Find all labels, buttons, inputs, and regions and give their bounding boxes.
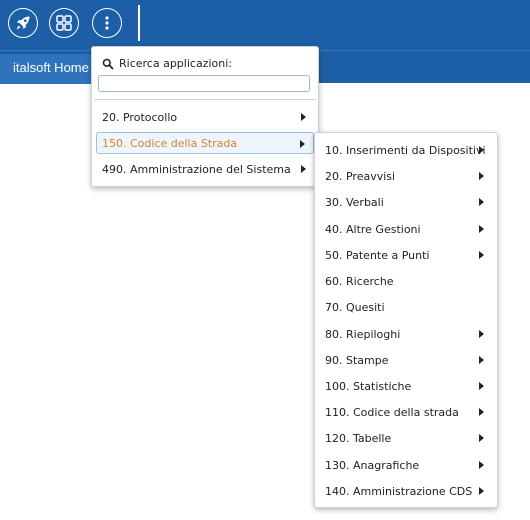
search-label-text: Ricerca applicazioni:	[119, 57, 232, 70]
chevron-right-icon	[300, 140, 305, 148]
menu-divider	[94, 99, 316, 100]
menu-item-label: 150. Codice della Strada	[102, 136, 238, 150]
chevron-right-icon	[479, 198, 484, 206]
submenu-item-stampe[interactable]: 90. Stampe	[318, 349, 494, 371]
submenu-item-statistiche[interactable]: 100. Statistiche	[318, 375, 494, 397]
submenu-item-tabelle[interactable]: 120. Tabelle	[318, 427, 494, 449]
chevron-right-icon	[479, 408, 484, 416]
toolbar-divider	[138, 5, 140, 41]
submenu-item-label: 50. Patente a Punti	[325, 248, 430, 262]
submenu-item-verbali[interactable]: 30. Verbali	[318, 191, 494, 213]
chevron-right-icon	[479, 434, 484, 442]
menu-item-label: 490. Amministrazione del Sistema	[102, 162, 291, 176]
tab-home[interactable]: italsoft Home	[0, 54, 98, 84]
menu-item-label: 20. Protocollo	[102, 110, 178, 124]
chevron-right-icon	[479, 487, 484, 495]
submenu-item-label: 20. Preavvisi	[325, 169, 396, 183]
search-applications-input[interactable]	[98, 75, 310, 92]
chevron-right-icon	[301, 113, 306, 121]
search-icon	[102, 58, 114, 70]
submenu-item-label: 100. Statistiche	[325, 379, 412, 393]
submenu-item-altre-gestioni[interactable]: 40. Altre Gestioni	[318, 218, 494, 240]
grid-icon	[56, 15, 72, 31]
menu-item-protocollo[interactable]: 20. Protocollo	[96, 106, 314, 128]
codice-della-strada-submenu: 10. Inserimenti da Dispositivi 20. Preav…	[314, 132, 498, 508]
chevron-right-icon	[479, 461, 484, 469]
chevron-right-icon	[479, 382, 484, 390]
submenu-item-label: 140. Amministrazione CDS	[325, 484, 473, 498]
submenu-item-label: 120. Tabelle	[325, 431, 392, 445]
submenu-item-inserimenti-dispositivi[interactable]: 10. Inserimenti da Dispositivi	[318, 139, 494, 161]
rocket-icon	[16, 16, 30, 30]
applications-menu: Ricerca applicazioni: 20. Protocollo 150…	[91, 46, 319, 187]
submenu-item-label: 40. Altre Gestioni	[325, 222, 421, 236]
chevron-right-icon	[479, 356, 484, 364]
submenu-item-ricerche[interactable]: 60. Ricerche	[318, 270, 494, 292]
menu-item-codice-della-strada[interactable]: 150. Codice della Strada	[96, 132, 314, 154]
submenu-item-anagrafiche[interactable]: 130. Anagrafiche	[318, 454, 494, 476]
submenu-item-label: 130. Anagrafiche	[325, 458, 420, 472]
submenu-item-codice-della-strada[interactable]: 110. Codice della strada	[318, 401, 494, 423]
more-options-button[interactable]	[92, 8, 122, 38]
menu-item-amministrazione-sistema[interactable]: 490. Amministrazione del Sistema	[96, 158, 314, 180]
chevron-right-icon	[479, 251, 484, 259]
more-vertical-icon	[105, 16, 109, 30]
submenu-item-label: 90. Stampe	[325, 353, 389, 367]
submenu-item-patente-a-punti[interactable]: 50. Patente a Punti	[318, 244, 494, 266]
chevron-right-icon	[479, 146, 484, 154]
chevron-right-icon	[479, 330, 484, 338]
submenu-item-label: 10. Inserimenti da Dispositivi	[325, 143, 486, 157]
submenu-item-label: 30. Verbali	[325, 195, 384, 209]
top-toolbar	[0, 0, 530, 50]
chevron-right-icon	[479, 225, 484, 233]
apps-grid-button[interactable]	[49, 8, 79, 38]
submenu-item-label: 70. Quesiti	[325, 300, 385, 314]
submenu-item-preavvisi[interactable]: 20. Preavvisi	[318, 165, 494, 187]
submenu-item-label: 110. Codice della strada	[325, 405, 459, 419]
submenu-item-label: 60. Ricerche	[325, 274, 394, 288]
search-label: Ricerca applicazioni:	[102, 57, 232, 70]
submenu-item-riepiloghi[interactable]: 80. Riepiloghi	[318, 323, 494, 345]
submenu-item-quesiti[interactable]: 70. Quesiti	[318, 296, 494, 318]
submenu-item-amministrazione-cds[interactable]: 140. Amministrazione CDS	[318, 480, 494, 502]
submenu-item-label: 80. Riepiloghi	[325, 327, 401, 341]
chevron-right-icon	[479, 172, 484, 180]
chevron-right-icon	[301, 165, 306, 173]
launcher-button[interactable]	[8, 8, 38, 38]
